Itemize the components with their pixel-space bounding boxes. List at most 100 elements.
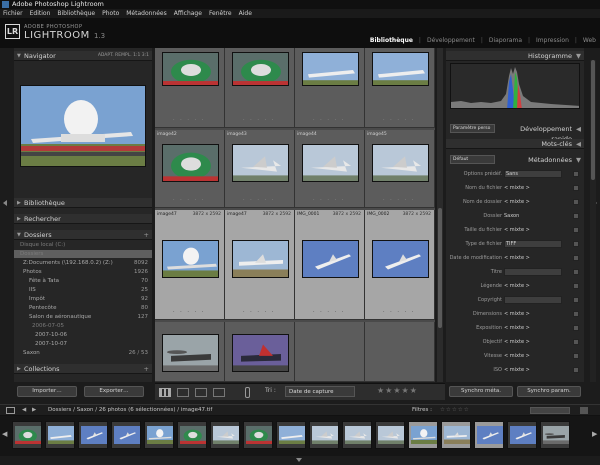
export-button[interactable]: Exporter… [84, 386, 144, 397]
grid-cell[interactable]: image42 · · · · · [155, 130, 225, 208]
photo-thumbnail[interactable] [162, 144, 219, 182]
grid-cell[interactable]: image43 · · · · · [225, 130, 295, 208]
photo-thumbnail[interactable] [232, 334, 289, 372]
cell-rating-dots[interactable]: · · · · · [173, 309, 205, 315]
metadata-value[interactable]: < mixte > [504, 197, 530, 207]
photo-thumbnail[interactable] [232, 144, 289, 182]
metadata-action-icon[interactable] [573, 227, 579, 233]
metadata-value[interactable]: Sans [506, 169, 518, 179]
metadata-value[interactable]: < mixte > [504, 253, 530, 263]
grid-cell[interactable]: image47 3872 x 2592 · · · · · [225, 210, 295, 320]
right-scroll-thumb[interactable] [591, 60, 595, 180]
metadata-input[interactable] [504, 268, 562, 276]
folder-item[interactable]: 2007-10-07 [14, 340, 152, 348]
photo-thumbnail[interactable] [372, 52, 429, 86]
folder-item[interactable]: IIS 25 [14, 286, 152, 294]
metadata-action-icon[interactable] [573, 325, 579, 331]
photo-thumbnail[interactable] [232, 52, 289, 86]
folder-item[interactable]: 2007-10-06 [14, 331, 152, 339]
cell-rating-dots[interactable]: · · · · · [383, 309, 415, 315]
menu-library[interactable]: Bibliothèque [57, 9, 95, 18]
add-folder-icon[interactable]: + [144, 230, 149, 240]
filmstrip-thumbnail[interactable] [210, 421, 240, 449]
photo-thumbnail[interactable] [302, 52, 359, 86]
library-header[interactable]: ▶ Bibliothèque [14, 198, 152, 208]
quick-develop-preset-select[interactable]: Paramètre perso [450, 124, 495, 133]
metadata-action-icon[interactable] [573, 185, 579, 191]
cell-rating-dots[interactable]: · · · · · [313, 309, 345, 315]
metadata-action-icon[interactable] [573, 255, 579, 261]
folder-item[interactable]: Z:Documents (\192.168.0.2) (Z:) 8092 [14, 259, 152, 267]
loupe-view-icon[interactable] [177, 388, 189, 397]
cell-rating-dots[interactable]: · · · · · [383, 197, 415, 203]
metadata-action-icon[interactable] [573, 213, 579, 219]
metadata-value[interactable]: < mixte > [504, 365, 530, 375]
metadata-action-icon[interactable] [573, 311, 579, 317]
filter-color-labels[interactable] [530, 407, 570, 414]
photo-thumbnail[interactable] [372, 240, 429, 278]
filmstrip-thumbnail[interactable] [276, 421, 306, 449]
quick-develop-header[interactable]: Développement rapide ◀ [498, 124, 584, 143]
photo-thumbnail[interactable] [302, 144, 359, 182]
menu-view[interactable]: Affichage [174, 9, 202, 18]
sync-settings-button[interactable]: Synchro param. [517, 386, 581, 397]
module-web[interactable]: Web [583, 37, 596, 44]
metadata-header[interactable]: Métadonnées ▼ [498, 155, 584, 165]
metadata-value[interactable]: < mixte > [504, 323, 530, 333]
folder-item[interactable]: Impôt 92 [14, 295, 152, 303]
folder-item[interactable]: Dossiers [14, 250, 152, 258]
find-header[interactable]: ▶ Rechercher [14, 214, 152, 224]
grid-cell[interactable]: image47 3872 x 2592 · · · · · [155, 210, 225, 320]
compare-view-icon[interactable] [195, 388, 207, 397]
grid-cell[interactable]: IMG_0001 3872 x 2592 · · · · · [295, 210, 365, 320]
cell-rating-dots[interactable]: · · · · · [243, 117, 275, 123]
folder-item[interactable]: Salon de aéronautique 127 [14, 313, 152, 321]
filmstrip-thumbnail[interactable] [45, 421, 75, 449]
metadata-value[interactable]: < mixte > [504, 351, 530, 361]
menu-photo[interactable]: Photo [102, 9, 119, 18]
forward-arrow-icon[interactable]: ▶ [32, 405, 36, 416]
menu-metadata[interactable]: Métadonnées [126, 9, 167, 18]
menu-file[interactable]: Fichier [3, 9, 23, 18]
right-panel-scrollbar[interactable] [590, 60, 596, 382]
back-arrow-icon[interactable]: ◀ [22, 405, 26, 416]
filmstrip-thumbnail[interactable] [342, 421, 372, 449]
filmstrip-thumbnail[interactable] [441, 421, 471, 449]
metadata-action-icon[interactable] [573, 283, 579, 289]
filmstrip-thumbnail[interactable] [540, 421, 570, 449]
metadata-value[interactable]: < mixte > [504, 337, 530, 347]
folder-item[interactable]: 2006-07-05 [14, 322, 152, 330]
metadata-input[interactable] [504, 296, 562, 304]
metadata-value[interactable]: < mixte > [504, 225, 530, 235]
second-window-icon[interactable] [6, 407, 15, 414]
filter-toggle-icon[interactable] [580, 407, 588, 414]
grid-view-icon[interactable] [159, 388, 171, 397]
grid-cell[interactable]: image44 · · · · · [295, 130, 365, 208]
import-button[interactable]: Importer… [17, 386, 77, 397]
grid-cell[interactable]: · · · · · [225, 48, 295, 128]
photo-thumbnail[interactable] [162, 334, 219, 372]
filmstrip-thumbnail[interactable] [375, 421, 405, 449]
metadata-value[interactable]: TIFF [506, 239, 516, 249]
cell-rating-dots[interactable]: · · · · · [313, 197, 345, 203]
metadata-action-icon[interactable] [573, 269, 579, 275]
rating-stars[interactable]: ★★★★★ [377, 386, 418, 395]
collapse-left-panel-icon[interactable] [3, 200, 7, 206]
metadata-value[interactable]: Saxon [504, 211, 519, 221]
grid-cell[interactable] [295, 322, 365, 382]
photo-thumbnail[interactable] [302, 240, 359, 278]
photo-thumbnail[interactable] [372, 144, 429, 182]
filmstrip-right-arrow-icon[interactable]: ▶ [592, 430, 597, 438]
metadata-action-icon[interactable] [573, 339, 579, 345]
filmstrip-thumbnail[interactable] [408, 421, 438, 449]
folder-item[interactable]: Disque local (C:) [14, 241, 152, 249]
grid-cell[interactable] [155, 322, 225, 382]
folder-item[interactable]: Saxon 26 / 53 [14, 349, 152, 357]
metadata-action-icon[interactable] [573, 241, 579, 247]
metadata-preset-select[interactable]: Défaut [450, 155, 495, 164]
folder-item[interactable]: Fête à Tata 70 [14, 277, 152, 285]
filmstrip-left-arrow-icon[interactable]: ◀ [2, 430, 7, 438]
collections-header[interactable]: ▶ Collections + [14, 364, 152, 374]
photo-thumbnail[interactable] [162, 240, 219, 278]
module-develop[interactable]: Développement [427, 37, 475, 44]
